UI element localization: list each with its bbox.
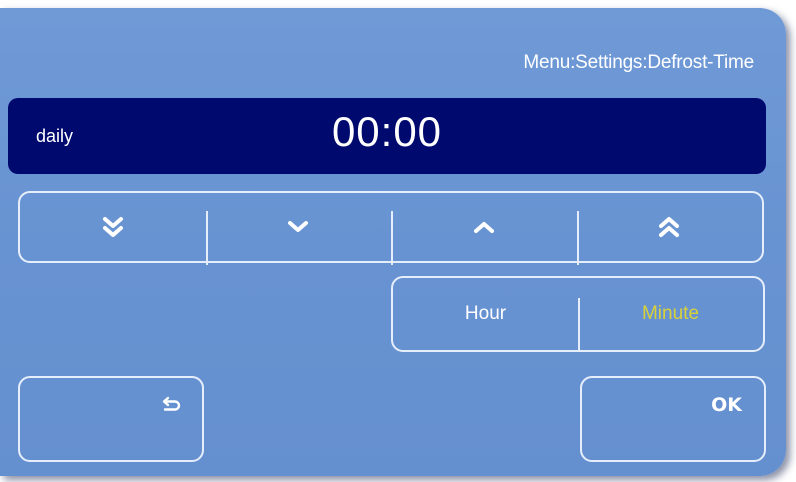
chevron-up-icon [473,222,494,233]
minute-button[interactable]: Minute [578,278,763,352]
unit-selector: Hour Minute [391,276,765,352]
increase-button[interactable] [391,193,577,265]
chevron-down-icon [288,221,309,232]
breadcrumb: Menu:Settings:Defrost-Time [523,52,754,73]
ok-label: OK [711,394,742,416]
time-value: 00:00 [331,108,443,155]
double-chevron-down-icon [102,217,123,237]
ok-button[interactable]: OK [580,376,766,462]
hour-button[interactable]: Hour [393,278,578,350]
time-display: daily 00:00 [8,98,766,174]
decrease-button[interactable] [205,193,392,265]
double-chevron-up-icon [659,217,680,237]
fast-increase-button[interactable] [576,193,763,265]
settings-panel: Menu:Settings:Defrost-Time daily 00:00 H… [0,8,786,476]
back-button[interactable] [18,376,204,462]
time-stepper [18,191,764,265]
return-arrow-icon [162,396,181,411]
fast-decrease-button[interactable] [20,193,206,261]
